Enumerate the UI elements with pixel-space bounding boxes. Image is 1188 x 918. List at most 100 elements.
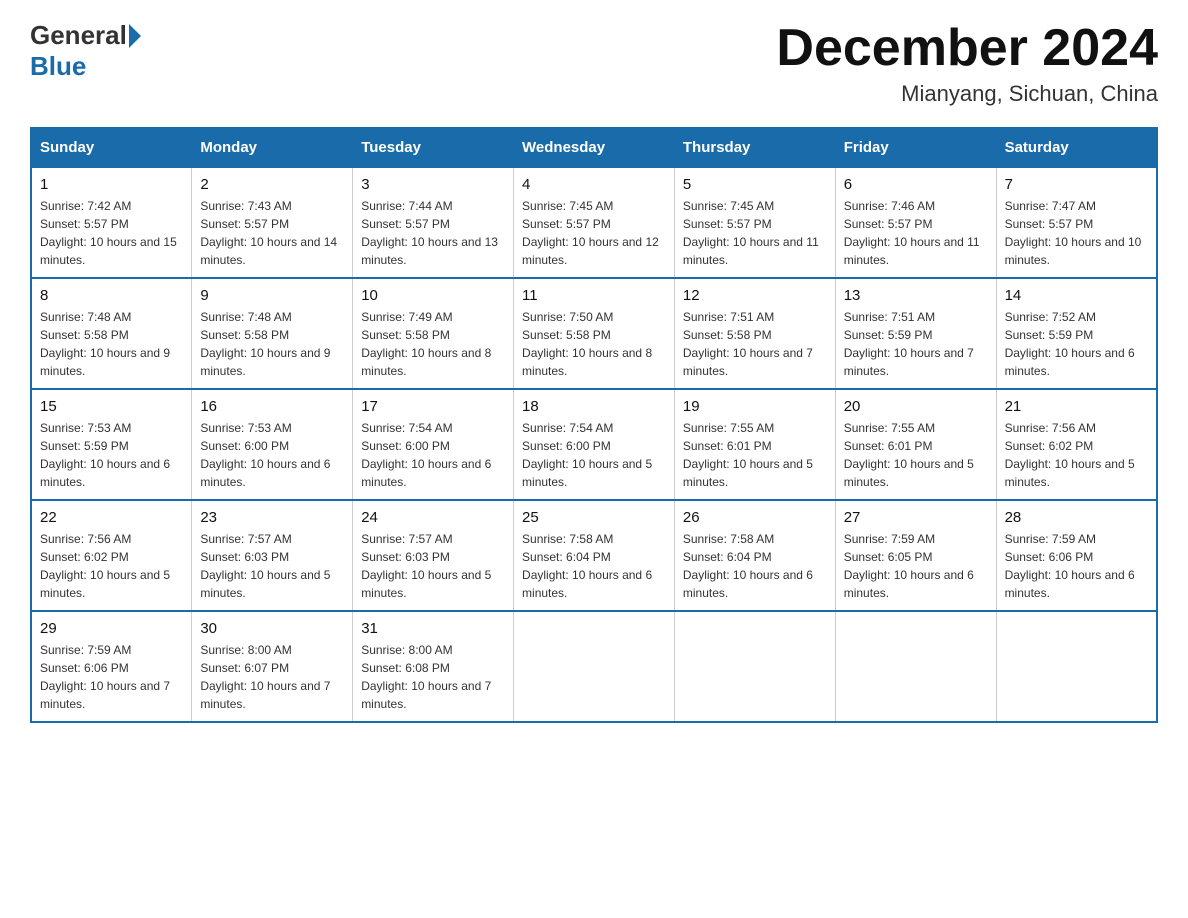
day-number: 6	[844, 176, 988, 193]
table-row: 2 Sunrise: 7:43 AMSunset: 5:57 PMDayligh…	[192, 167, 353, 278]
day-info: Sunrise: 8:00 AMSunset: 6:07 PMDaylight:…	[200, 641, 344, 713]
day-number: 11	[522, 287, 666, 304]
day-info: Sunrise: 7:45 AMSunset: 5:57 PMDaylight:…	[683, 197, 827, 269]
day-number: 25	[522, 509, 666, 526]
day-number: 23	[200, 509, 344, 526]
day-info: Sunrise: 7:59 AMSunset: 6:05 PMDaylight:…	[844, 530, 988, 602]
table-row: 30 Sunrise: 8:00 AMSunset: 6:07 PMDaylig…	[192, 611, 353, 722]
table-row: 15 Sunrise: 7:53 AMSunset: 5:59 PMDaylig…	[31, 389, 192, 500]
day-info: Sunrise: 7:45 AMSunset: 5:57 PMDaylight:…	[522, 197, 666, 269]
table-row: 19 Sunrise: 7:55 AMSunset: 6:01 PMDaylig…	[674, 389, 835, 500]
table-row: 27 Sunrise: 7:59 AMSunset: 6:05 PMDaylig…	[835, 500, 996, 611]
table-row: 7 Sunrise: 7:47 AMSunset: 5:57 PMDayligh…	[996, 167, 1157, 278]
day-number: 12	[683, 287, 827, 304]
table-row	[674, 611, 835, 722]
day-number: 19	[683, 398, 827, 415]
table-row: 11 Sunrise: 7:50 AMSunset: 5:58 PMDaylig…	[514, 278, 675, 389]
day-info: Sunrise: 7:42 AMSunset: 5:57 PMDaylight:…	[40, 197, 183, 269]
day-number: 24	[361, 509, 505, 526]
table-row: 29 Sunrise: 7:59 AMSunset: 6:06 PMDaylig…	[31, 611, 192, 722]
calendar-week-row: 15 Sunrise: 7:53 AMSunset: 5:59 PMDaylig…	[31, 389, 1157, 500]
day-number: 20	[844, 398, 988, 415]
day-info: Sunrise: 7:50 AMSunset: 5:58 PMDaylight:…	[522, 308, 666, 380]
table-row: 16 Sunrise: 7:53 AMSunset: 6:00 PMDaylig…	[192, 389, 353, 500]
table-row: 12 Sunrise: 7:51 AMSunset: 5:58 PMDaylig…	[674, 278, 835, 389]
day-info: Sunrise: 7:49 AMSunset: 5:58 PMDaylight:…	[361, 308, 505, 380]
day-number: 4	[522, 176, 666, 193]
day-info: Sunrise: 8:00 AMSunset: 6:08 PMDaylight:…	[361, 641, 505, 713]
day-info: Sunrise: 7:43 AMSunset: 5:57 PMDaylight:…	[200, 197, 344, 269]
table-row	[835, 611, 996, 722]
day-info: Sunrise: 7:53 AMSunset: 5:59 PMDaylight:…	[40, 419, 183, 491]
table-row: 20 Sunrise: 7:55 AMSunset: 6:01 PMDaylig…	[835, 389, 996, 500]
calendar-week-row: 8 Sunrise: 7:48 AMSunset: 5:58 PMDayligh…	[31, 278, 1157, 389]
day-number: 2	[200, 176, 344, 193]
logo: General Blue	[30, 20, 141, 82]
day-number: 26	[683, 509, 827, 526]
day-number: 8	[40, 287, 183, 304]
day-info: Sunrise: 7:46 AMSunset: 5:57 PMDaylight:…	[844, 197, 988, 269]
table-row: 22 Sunrise: 7:56 AMSunset: 6:02 PMDaylig…	[31, 500, 192, 611]
col-sunday: Sunday	[31, 128, 192, 167]
calendar-header-row: Sunday Monday Tuesday Wednesday Thursday…	[31, 128, 1157, 167]
table-row: 3 Sunrise: 7:44 AMSunset: 5:57 PMDayligh…	[353, 167, 514, 278]
day-info: Sunrise: 7:58 AMSunset: 6:04 PMDaylight:…	[522, 530, 666, 602]
day-info: Sunrise: 7:48 AMSunset: 5:58 PMDaylight:…	[200, 308, 344, 380]
table-row: 25 Sunrise: 7:58 AMSunset: 6:04 PMDaylig…	[514, 500, 675, 611]
day-number: 10	[361, 287, 505, 304]
day-info: Sunrise: 7:59 AMSunset: 6:06 PMDaylight:…	[1005, 530, 1148, 602]
table-row: 6 Sunrise: 7:46 AMSunset: 5:57 PMDayligh…	[835, 167, 996, 278]
table-row: 28 Sunrise: 7:59 AMSunset: 6:06 PMDaylig…	[996, 500, 1157, 611]
title-block: December 2024 Mianyang, Sichuan, China	[776, 20, 1158, 107]
table-row	[514, 611, 675, 722]
day-number: 29	[40, 620, 183, 637]
table-row: 23 Sunrise: 7:57 AMSunset: 6:03 PMDaylig…	[192, 500, 353, 611]
day-number: 30	[200, 620, 344, 637]
day-info: Sunrise: 7:47 AMSunset: 5:57 PMDaylight:…	[1005, 197, 1148, 269]
day-info: Sunrise: 7:51 AMSunset: 5:58 PMDaylight:…	[683, 308, 827, 380]
day-number: 14	[1005, 287, 1148, 304]
location-title: Mianyang, Sichuan, China	[776, 81, 1158, 107]
table-row: 9 Sunrise: 7:48 AMSunset: 5:58 PMDayligh…	[192, 278, 353, 389]
month-year-title: December 2024	[776, 20, 1158, 77]
day-info: Sunrise: 7:51 AMSunset: 5:59 PMDaylight:…	[844, 308, 988, 380]
logo-general: General	[30, 20, 127, 51]
day-number: 21	[1005, 398, 1148, 415]
col-saturday: Saturday	[996, 128, 1157, 167]
day-info: Sunrise: 7:54 AMSunset: 6:00 PMDaylight:…	[361, 419, 505, 491]
day-info: Sunrise: 7:57 AMSunset: 6:03 PMDaylight:…	[361, 530, 505, 602]
day-number: 5	[683, 176, 827, 193]
col-wednesday: Wednesday	[514, 128, 675, 167]
day-info: Sunrise: 7:57 AMSunset: 6:03 PMDaylight:…	[200, 530, 344, 602]
table-row: 21 Sunrise: 7:56 AMSunset: 6:02 PMDaylig…	[996, 389, 1157, 500]
day-number: 1	[40, 176, 183, 193]
day-info: Sunrise: 7:55 AMSunset: 6:01 PMDaylight:…	[683, 419, 827, 491]
day-number: 27	[844, 509, 988, 526]
day-info: Sunrise: 7:54 AMSunset: 6:00 PMDaylight:…	[522, 419, 666, 491]
day-number: 16	[200, 398, 344, 415]
day-info: Sunrise: 7:55 AMSunset: 6:01 PMDaylight:…	[844, 419, 988, 491]
table-row: 26 Sunrise: 7:58 AMSunset: 6:04 PMDaylig…	[674, 500, 835, 611]
calendar-week-row: 1 Sunrise: 7:42 AMSunset: 5:57 PMDayligh…	[31, 167, 1157, 278]
day-info: Sunrise: 7:48 AMSunset: 5:58 PMDaylight:…	[40, 308, 183, 380]
calendar-week-row: 29 Sunrise: 7:59 AMSunset: 6:06 PMDaylig…	[31, 611, 1157, 722]
table-row: 17 Sunrise: 7:54 AMSunset: 6:00 PMDaylig…	[353, 389, 514, 500]
day-number: 9	[200, 287, 344, 304]
table-row: 18 Sunrise: 7:54 AMSunset: 6:00 PMDaylig…	[514, 389, 675, 500]
table-row: 8 Sunrise: 7:48 AMSunset: 5:58 PMDayligh…	[31, 278, 192, 389]
day-number: 3	[361, 176, 505, 193]
day-number: 13	[844, 287, 988, 304]
page-header: General Blue December 2024 Mianyang, Sic…	[30, 20, 1158, 107]
day-number: 17	[361, 398, 505, 415]
logo-blue: Blue	[30, 51, 86, 81]
calendar-week-row: 22 Sunrise: 7:56 AMSunset: 6:02 PMDaylig…	[31, 500, 1157, 611]
calendar-table: Sunday Monday Tuesday Wednesday Thursday…	[30, 127, 1158, 723]
col-tuesday: Tuesday	[353, 128, 514, 167]
day-info: Sunrise: 7:44 AMSunset: 5:57 PMDaylight:…	[361, 197, 505, 269]
day-number: 31	[361, 620, 505, 637]
col-friday: Friday	[835, 128, 996, 167]
table-row	[996, 611, 1157, 722]
day-info: Sunrise: 7:52 AMSunset: 5:59 PMDaylight:…	[1005, 308, 1148, 380]
day-info: Sunrise: 7:56 AMSunset: 6:02 PMDaylight:…	[1005, 419, 1148, 491]
day-number: 28	[1005, 509, 1148, 526]
